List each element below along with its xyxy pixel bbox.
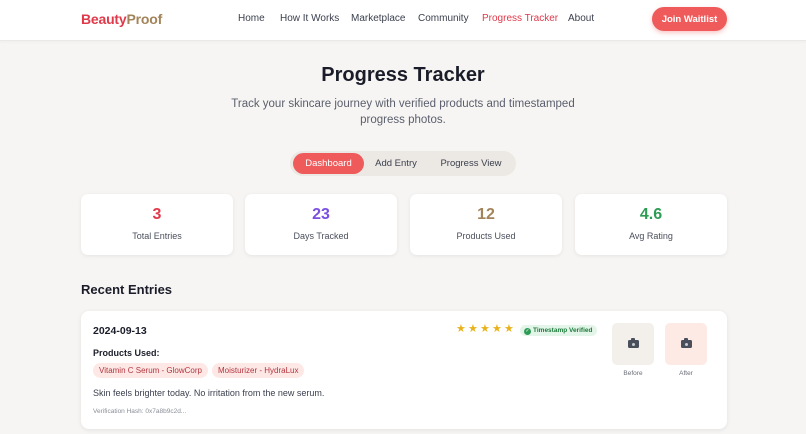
product-tag: Moisturizer - HydraLux: [212, 363, 305, 378]
check-circle-icon: ✓: [524, 328, 531, 335]
camera-icon: [680, 338, 692, 349]
after-photo[interactable]: [665, 323, 707, 365]
stat-card-products-used: 12 Products Used: [410, 194, 562, 255]
before-photo[interactable]: [612, 323, 654, 365]
stat-label: Days Tracked: [293, 231, 349, 241]
nav-community[interactable]: Community: [418, 13, 469, 24]
stat-value: 12: [477, 206, 495, 223]
entry-date: 2024-09-13: [93, 325, 147, 337]
before-label: Before: [623, 370, 643, 377]
timestamp-verified-badge: ✓ Timestamp Verified: [520, 325, 597, 336]
star-icon: ★: [480, 323, 490, 335]
join-waitlist-button[interactable]: Join Waitlist: [652, 7, 727, 31]
stat-value: 23: [312, 206, 330, 223]
product-tag: Vitamin C Serum - GlowCorp: [93, 363, 208, 378]
tab-add-entry[interactable]: Add Entry: [366, 153, 426, 174]
after-label: After: [679, 370, 693, 377]
brand-name-part1: Beauty: [81, 11, 127, 27]
stat-value: 3: [152, 206, 162, 223]
stat-card-avg-rating: 4.6 Avg Rating: [575, 194, 727, 255]
stat-card-days-tracked: 23 Days Tracked: [245, 194, 397, 255]
stat-label: Total Entries: [132, 231, 182, 241]
star-icon: ★: [456, 323, 466, 335]
tab-dashboard[interactable]: Dashboard: [293, 153, 364, 174]
page-title: Progress Tracker: [321, 64, 485, 86]
top-navbar: BeautyProof Home How It Works Marketplac…: [0, 0, 806, 41]
stat-value: 4.6: [639, 206, 663, 223]
entry-note: Skin feels brighter today. No irritation…: [93, 388, 325, 398]
star-icon: ★: [504, 323, 514, 335]
products-used-label: Products Used:: [93, 348, 160, 358]
stat-label: Products Used: [456, 231, 516, 241]
brand-logo[interactable]: BeautyProof: [81, 11, 162, 27]
verification-hash: Verification Hash: 0x7a8b9c2d...: [93, 408, 187, 415]
nav-how-it-works[interactable]: How It Works: [280, 13, 339, 24]
nav-home[interactable]: Home: [238, 13, 265, 24]
tracker-tabs: Dashboard Add Entry Progress View: [290, 151, 516, 176]
entry-card[interactable]: 2024-09-13 Products Used: Vitamin C Seru…: [81, 311, 727, 429]
tab-progress-view[interactable]: Progress View: [428, 153, 514, 174]
page-subtitle: Track your skincare journey with verifie…: [231, 98, 575, 126]
star-icon: ★: [492, 323, 502, 335]
verified-label: Timestamp Verified: [533, 327, 593, 334]
star-icon: ★: [468, 323, 478, 335]
nav-about[interactable]: About: [568, 13, 594, 24]
stat-label: Avg Rating: [629, 231, 673, 241]
nav-progress-tracker[interactable]: Progress Tracker: [482, 13, 558, 24]
recent-entries-title: Recent Entries: [81, 282, 173, 297]
camera-icon: [627, 338, 639, 349]
stat-card-total-entries: 3 Total Entries: [81, 194, 233, 255]
nav-marketplace[interactable]: Marketplace: [351, 13, 405, 24]
brand-name-part2: Proof: [126, 11, 163, 27]
